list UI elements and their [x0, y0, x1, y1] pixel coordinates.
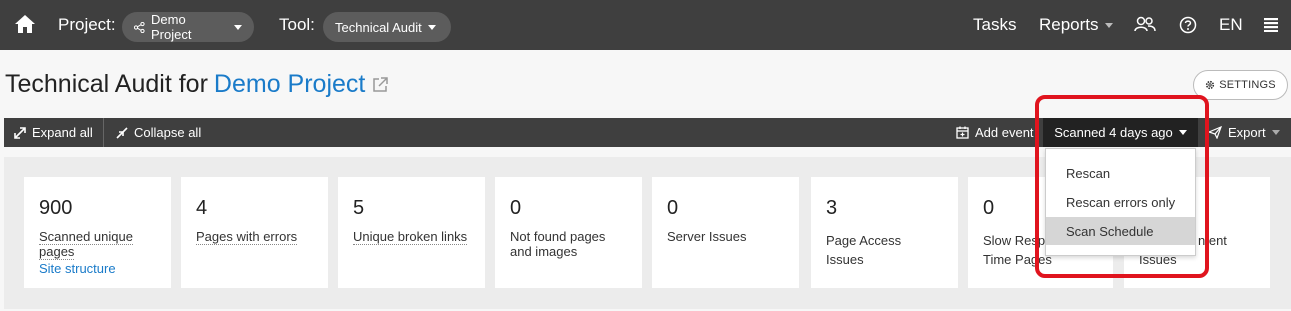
export-label: Export	[1228, 125, 1266, 140]
page-title-prefix: Technical Audit for	[5, 70, 208, 98]
card-value: 4	[196, 197, 208, 219]
reports-label: Reports	[1039, 15, 1099, 34]
collapse-icon	[116, 126, 128, 139]
send-icon	[1208, 126, 1222, 139]
project-title-link[interactable]: Demo Project	[214, 70, 365, 99]
card-label: Pages with errors	[196, 229, 298, 245]
card-value: 5	[353, 197, 365, 219]
card-label: Not found pages and images	[510, 229, 606, 259]
expand-all-button[interactable]: Expand all	[14, 118, 93, 147]
tool-selector-label: Technical Audit	[335, 19, 422, 35]
card-value: 0	[667, 197, 679, 219]
external-link-icon[interactable]	[371, 76, 389, 94]
share-icon	[134, 21, 145, 33]
project-label: Project:	[58, 15, 116, 34]
export-button[interactable]: Export	[1208, 118, 1280, 147]
summary-card-scanned-pages[interactable]: 900 Scanned unique pages Site structure	[24, 177, 171, 288]
card-value: 900	[39, 197, 73, 219]
add-event-button[interactable]: Add event	[956, 118, 1034, 147]
expand-icon	[14, 126, 26, 139]
hamburger-menu-icon[interactable]	[1264, 18, 1278, 32]
users-icon[interactable]	[1134, 16, 1156, 32]
page-title: Technical Audit for Demo Project	[5, 70, 389, 99]
card-value: 0	[983, 197, 995, 219]
annotation-highlight-box	[1035, 95, 1209, 278]
project-selector[interactable]: Demo Project	[122, 12, 254, 42]
calendar-icon	[956, 126, 969, 139]
top-nav-bar: Project: Demo Project Tool: Technical Au…	[0, 0, 1291, 50]
tool-label: Tool:	[279, 15, 315, 34]
chevron-down-icon	[234, 24, 242, 30]
language-selector[interactable]: EN	[1219, 15, 1243, 35]
summary-card-server-issues[interactable]: 0 Server Issues	[652, 177, 799, 288]
chevron-down-icon	[1104, 22, 1113, 28]
settings-label: SETTINGS	[1219, 79, 1276, 91]
summary-card-not-found[interactable]: 0 Not found pages and images	[495, 177, 642, 288]
tool-selector[interactable]: Technical Audit	[323, 12, 451, 42]
site-structure-link[interactable]: Site structure	[39, 261, 116, 276]
card-value: 3	[826, 197, 838, 219]
card-label: Scanned unique pages	[39, 229, 133, 260]
home-icon[interactable]	[14, 14, 36, 34]
tasks-link[interactable]: Tasks	[973, 15, 1016, 35]
collapse-all-button[interactable]: Collapse all	[116, 118, 201, 147]
gear-icon	[1205, 80, 1215, 90]
help-icon[interactable]	[1179, 16, 1197, 34]
summary-card-page-access[interactable]: 3 Page Access Issues	[811, 177, 958, 288]
chevron-down-icon	[1271, 130, 1280, 135]
expand-all-label: Expand all	[32, 125, 93, 140]
chevron-down-icon	[427, 24, 436, 30]
summary-card-broken-links[interactable]: 5 Unique broken links	[338, 177, 485, 288]
settings-button[interactable]: SETTINGS	[1193, 70, 1288, 100]
summary-card-pages-with-errors[interactable]: 4 Pages with errors	[181, 177, 328, 288]
card-label: Page Access Issues	[826, 233, 902, 267]
collapse-all-label: Collapse all	[134, 125, 202, 140]
add-event-label: Add event	[975, 125, 1034, 140]
reports-menu[interactable]: Reports	[1039, 15, 1113, 35]
card-label: Server Issues	[667, 229, 747, 244]
toolbar-divider	[103, 118, 104, 147]
project-selector-label: Demo Project	[151, 12, 192, 42]
card-value: 0	[510, 197, 522, 219]
card-label: Unique broken links	[353, 229, 468, 245]
